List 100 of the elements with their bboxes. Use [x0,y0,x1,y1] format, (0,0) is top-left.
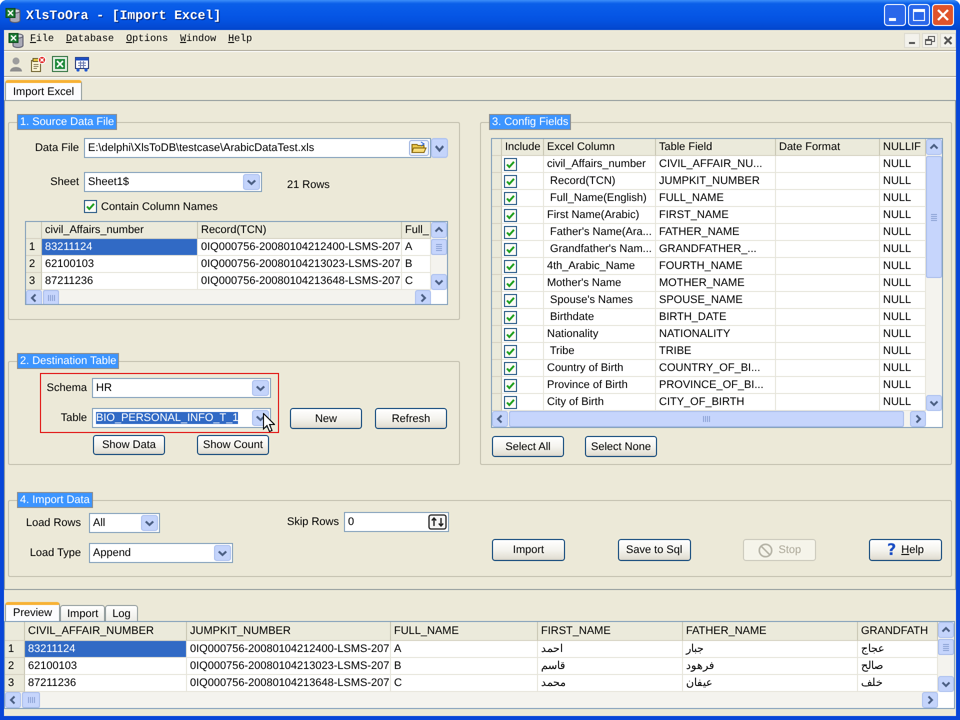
checkbox[interactable] [504,344,517,358]
menu-item[interactable]: Database [60,33,120,47]
scrollbar-thumb[interactable] [22,692,40,708]
table-cell: CIVIL_AFFAIR_NU... [656,156,776,173]
scroll-down-icon[interactable] [431,274,447,290]
restore-icon[interactable] [922,32,938,48]
table-cell: Father's Name(Ara... [544,224,656,241]
minimize-icon[interactable] [904,32,920,48]
spin-arrows-icon[interactable] [428,514,447,530]
show-data-button[interactable]: Show Data [93,435,165,455]
table-cell: FIRST_NAME [656,207,776,224]
header-corner-cell [492,139,502,156]
import-button[interactable]: Import [492,539,565,561]
select-all-button[interactable]: Select All [492,436,564,457]
column-header: Table Field [656,139,776,156]
scroll-left-icon[interactable] [5,692,21,708]
scroll-left-icon[interactable] [26,290,42,304]
menu-item[interactable]: Window [174,33,222,47]
save-to-sql-button[interactable]: Save to Sql [618,539,691,561]
checkbox[interactable] [504,294,517,306]
table-cell: B [391,658,538,675]
scrollbar-thumb[interactable] [938,639,954,655]
scroll-up-icon[interactable] [431,222,447,238]
checkbox[interactable] [504,158,517,170]
checkbox[interactable] [504,192,517,204]
menu-item[interactable]: File [24,33,60,47]
scrollbar-thumb[interactable] [43,290,59,304]
load-type-dropdown[interactable]: Append [89,543,233,563]
scrollbar-thumb[interactable] [431,239,447,255]
tab[interactable]: Preview [5,602,60,621]
checkbox-label: Contain Column Names [101,200,218,212]
checkbox[interactable] [504,310,517,324]
checkbox[interactable] [504,378,517,392]
tab[interactable]: Import Excel [5,80,82,100]
row-number: 1 [26,239,42,256]
column-header: FATHER_NAME [683,622,858,641]
checkbox[interactable] [504,174,517,188]
checkbox[interactable] [504,396,517,408]
scroll-up-icon[interactable] [938,622,954,638]
new-button[interactable]: New [290,408,362,429]
table-cell: BIRTH_DATE [656,309,776,326]
checkbox[interactable] [504,242,517,256]
checkbox[interactable] [504,276,517,290]
scrollbar-thumb[interactable] [926,156,942,278]
table-cell: Full_Name(English) [544,190,656,207]
schema-dropdown[interactable]: HR [92,378,271,398]
column-header: civil_Affairs_number [42,222,198,239]
table-cell: احمد [538,641,683,658]
horizontal-scrollbar[interactable] [5,692,938,708]
select-none-button[interactable]: Select None [585,436,657,457]
vertical-scrollbar[interactable] [926,139,942,411]
scroll-right-icon[interactable] [922,692,938,708]
field-label: Table [60,412,87,424]
vertical-scrollbar[interactable] [938,622,954,692]
spreadsheet-icon[interactable] [52,56,68,72]
menu-item[interactable]: Help [222,33,258,47]
maximize-icon[interactable] [908,4,930,26]
checkbox[interactable] [504,260,517,272]
table-dropdown[interactable]: BIO_PERSONAL_INFO_T_1 [92,408,271,428]
spreadsheet-database-icon[interactable] [8,32,24,48]
checkbox[interactable] [504,208,517,222]
checkbox[interactable] [504,226,517,238]
scroll-right-icon[interactable] [910,411,926,427]
window-title: XlsToOra - [Import Excel] [26,8,222,22]
table-cell: 0IQ000756-20080104213023-LSMS-207 [187,658,391,675]
refresh-button[interactable]: Refresh [375,408,447,429]
column-header: Date Format [776,139,880,156]
file-path-field[interactable]: E:\delphi\XlsToDB\testcase\ArabicDataTest.xls [84,138,431,158]
user-icon[interactable] [8,56,24,72]
load-rows-dropdown[interactable]: All [89,513,160,533]
scroll-left-icon[interactable] [492,411,508,427]
tab[interactable]: Log [105,605,138,621]
scroll-up-icon[interactable] [926,139,942,155]
table-window-icon[interactable] [74,56,90,72]
horizontal-scrollbar[interactable] [26,290,431,304]
close-icon[interactable] [940,32,956,48]
checkbox[interactable] [504,362,517,374]
field-label: Data File [34,142,79,154]
skip-rows-field[interactable]: 0 [344,512,449,532]
folder-open-icon[interactable] [409,140,429,156]
table-cell: SPOUSE_NAME [656,292,776,309]
table-cell: 62100103 [25,658,187,675]
table-cell: COUNTRY_OF_BI... [656,360,776,377]
column-header: CIVIL_AFFAIR_NUMBER [25,622,187,641]
scroll-down-icon[interactable] [938,676,954,692]
group-title: 2. Destination Table [17,353,120,369]
tab[interactable]: Import [60,605,106,621]
checkbox[interactable] [84,200,97,213]
scroll-right-icon[interactable] [415,290,431,304]
checkbox[interactable] [504,328,517,340]
document-delete-icon[interactable] [30,56,46,72]
help-button[interactable]: ? Help [868,539,942,561]
spreadsheet-database-icon[interactable] [5,7,21,23]
sheet-dropdown[interactable]: Sheet1$ [84,172,262,192]
menu-item[interactable]: Options [120,33,174,47]
scroll-down-icon[interactable] [926,395,942,411]
table-cell: 83211124 [25,641,187,658]
vertical-scrollbar[interactable] [431,222,447,290]
field-label: Load Rows [25,517,81,529]
show-count-button[interactable]: Show Count [197,435,269,455]
